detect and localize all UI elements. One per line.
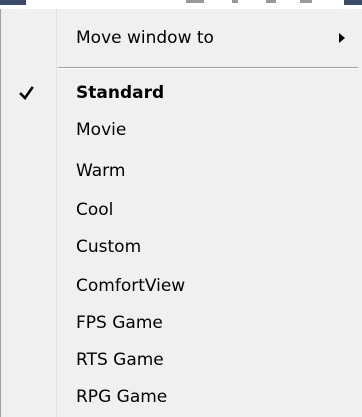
menu-item-label: Move window to [76,28,214,48]
menu-item-warm[interactable]: Warm [1,153,362,190]
menu-item-label: Standard [76,83,165,103]
window-edge-behind-menu [0,0,362,9]
menu-item-move-window-to[interactable]: Move window to [1,20,362,57]
menu-item-label: Warm [76,161,126,181]
menu-item-standard[interactable]: Standard [1,75,362,112]
menu-item-rpg-game[interactable]: RPG Game [1,379,362,416]
menu-item-label: Custom [76,237,142,257]
menu-item-label: RTS Game [76,350,164,370]
menu-item-rts-game[interactable]: RTS Game [1,342,362,379]
menu-item-custom[interactable]: Custom [1,229,362,266]
menu-item-label: RPG Game [76,387,168,407]
menu-separator [58,67,358,69]
checkmark-icon [17,84,37,103]
menu-item-label: Movie [76,120,127,140]
window-fragment [300,0,312,3]
menu-item-label: FPS Game [76,313,163,333]
window-fragment [266,0,276,3]
menu-item-label: ComfortView [76,276,186,296]
menu-item-fps-game[interactable]: FPS Game [1,305,362,342]
menu-item-movie[interactable]: Movie [1,112,362,149]
submenu-arrow-icon [339,33,345,43]
menu-item-label: Cool [76,200,114,220]
window-fragment [232,0,238,3]
window-titlebar-fragment [0,0,26,5]
window-fragment [186,0,204,3]
menu-item-cool[interactable]: Cool [1,192,362,229]
menu-item-comfortview[interactable]: ComfortView [1,268,362,305]
context-menu: Move window to Standard Movie Warm Cool … [0,0,362,417]
window-titlebar-fragment [344,0,362,5]
